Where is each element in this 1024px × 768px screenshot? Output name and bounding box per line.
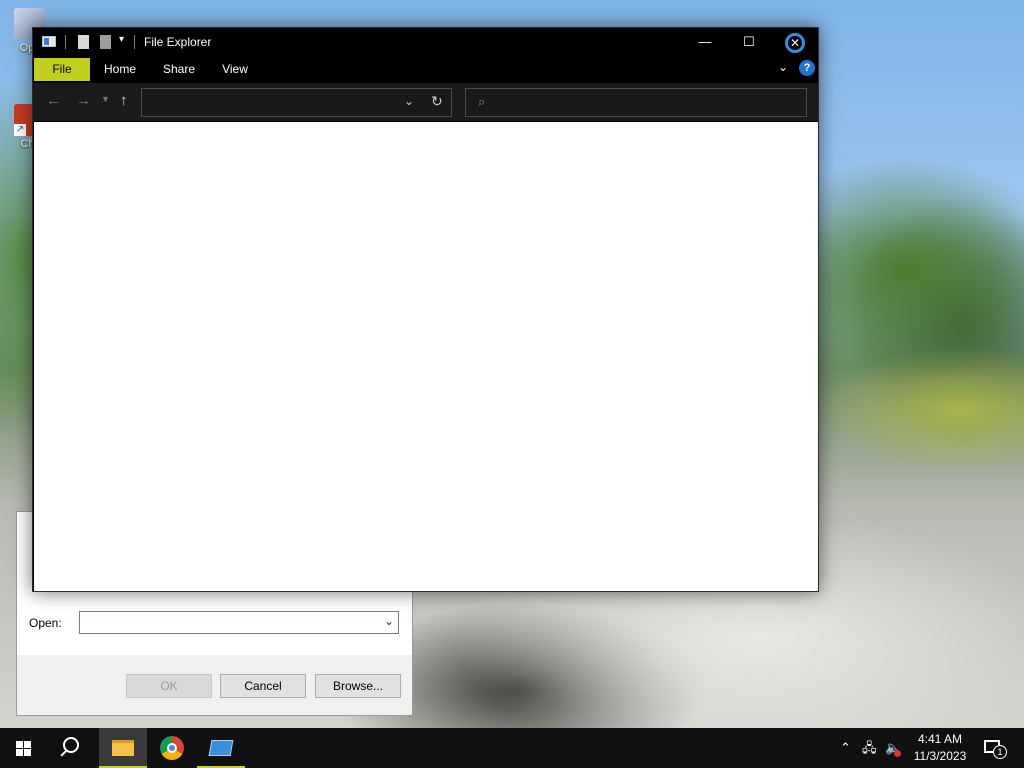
close-icon: ✕ (785, 33, 805, 53)
ok-button[interactable]: OK (126, 674, 212, 698)
back-button[interactable]: ← (46, 92, 61, 109)
search-icon-handle (60, 749, 68, 757)
search-input[interactable] (498, 92, 798, 113)
properties-icon[interactable] (78, 35, 89, 49)
taskbar-search-button[interactable] (48, 728, 96, 768)
content-pane[interactable] (34, 122, 818, 591)
maximize-button[interactable]: ☐ (727, 28, 771, 58)
run-open-combobox[interactable]: ⌄ (79, 611, 399, 634)
refresh-icon[interactable]: ↻ (431, 93, 443, 110)
notification-count: 1 (993, 745, 1007, 759)
window-title: File Explorer (144, 35, 212, 49)
address-input[interactable] (146, 92, 396, 113)
address-bar[interactable]: ⌄ ↻ (141, 88, 452, 117)
tab-share[interactable]: Share (151, 58, 207, 81)
file-explorer-window: ▾ File Explorer — ☐ ✕ File Home Share Vi… (32, 27, 819, 592)
chevron-down-icon[interactable]: ⌄ (384, 614, 394, 628)
minimize-button[interactable]: — (683, 28, 727, 58)
start-button[interactable] (0, 728, 48, 768)
clock[interactable]: 4:41 AM 11/3/2023 (910, 731, 970, 765)
chrome-icon (160, 736, 184, 760)
search-box[interactable]: ⌕ (465, 88, 807, 117)
tab-view[interactable]: View (207, 58, 263, 81)
taskbar-run[interactable] (197, 728, 245, 768)
expand-ribbon-icon[interactable]: ⌄ (778, 60, 788, 74)
taskbar-file-explorer[interactable] (99, 728, 147, 768)
explorer-app-icon[interactable] (42, 36, 56, 47)
clock-date: 11/3/2023 (913, 749, 967, 763)
run-icon (208, 740, 234, 756)
browse-button[interactable]: Browse... (315, 674, 401, 698)
divider (65, 35, 66, 49)
forward-button[interactable]: → (76, 92, 91, 109)
new-folder-icon[interactable] (100, 35, 111, 49)
recent-locations-icon[interactable]: ▼ (101, 94, 110, 104)
windows-logo-icon (16, 741, 31, 756)
network-icon[interactable]: 🖧 (862, 728, 877, 768)
chevron-up-icon[interactable]: ⌃ (840, 728, 851, 768)
title-bar[interactable]: ▾ File Explorer — ☐ ✕ (33, 28, 818, 58)
clock-time: 4:41 AM (917, 732, 963, 746)
close-button[interactable]: ✕ (773, 28, 817, 58)
taskbar-chrome[interactable] (148, 728, 196, 768)
taskbar: ⌃ 🖧 🔈 4:41 AM 11/3/2023 1 (0, 728, 1024, 768)
navigation-bar: ← → ▼ ↑ ⌄ ↻ ⌕ (33, 83, 818, 121)
action-center-button[interactable]: 1 (980, 728, 1020, 768)
up-button[interactable]: ↑ (120, 92, 128, 109)
run-open-label: Open: (29, 616, 62, 630)
search-icon: ⌕ (478, 94, 486, 109)
cancel-button[interactable]: Cancel (220, 674, 306, 698)
tab-file[interactable]: File (34, 58, 90, 81)
customize-quick-access-icon[interactable]: ▾ (119, 34, 124, 45)
volume-muted-icon[interactable]: 🔈 (885, 728, 901, 768)
run-open-input[interactable] (80, 612, 370, 633)
divider (134, 35, 135, 49)
chevron-down-icon[interactable]: ⌄ (404, 94, 414, 108)
help-icon[interactable]: ? (799, 60, 815, 76)
folder-icon (112, 740, 134, 756)
tab-home[interactable]: Home (92, 58, 148, 81)
mute-badge (894, 750, 901, 757)
ribbon-tabs: File Home Share View (33, 58, 818, 81)
